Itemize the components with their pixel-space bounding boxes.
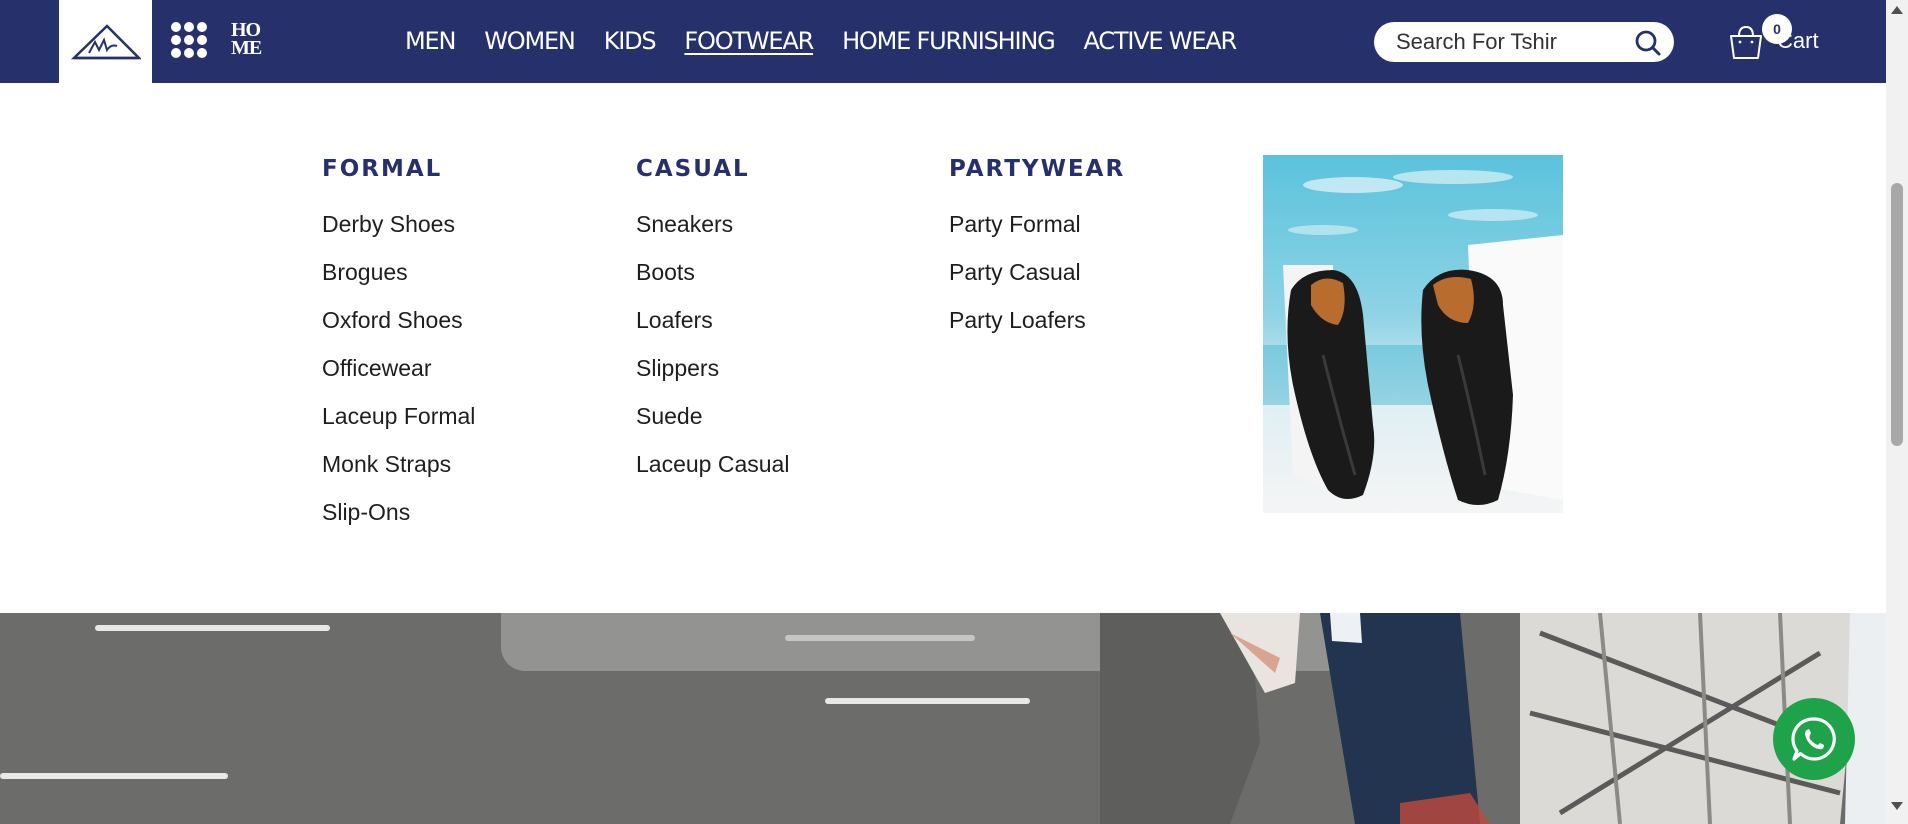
grid-menu-icon[interactable]: [171, 22, 207, 58]
nav-home-furnishing[interactable]: HOME FURNISHING: [842, 24, 1056, 58]
whatsapp-icon: [1791, 717, 1836, 761]
footwear-mega-menu: FORMAL Derby Shoes Brogues Oxford Shoes …: [0, 83, 1886, 613]
brand-logo[interactable]: [59, 0, 152, 83]
hero-banner: [0, 613, 1886, 824]
menu-column-partywear: PARTYWEAR Party Formal Party Casual Part…: [949, 155, 1125, 353]
road-marking: [785, 635, 975, 641]
menu-item-party-formal[interactable]: Party Formal: [949, 209, 1125, 257]
menu-item-laceup-casual[interactable]: Laceup Casual: [636, 449, 789, 497]
vertical-scrollbar[interactable]: [1886, 0, 1908, 824]
nav-women[interactable]: WOMEN: [484, 24, 576, 58]
nav-men[interactable]: MEN: [405, 24, 456, 58]
menu-column-casual: CASUAL Sneakers Boots Loafers Slippers S…: [636, 155, 789, 497]
menu-item-laceup-formal[interactable]: Laceup Formal: [322, 401, 475, 449]
scroll-down-arrow-icon[interactable]: [1891, 802, 1903, 810]
menu-item-boots[interactable]: Boots: [636, 257, 789, 305]
menu-item-suede[interactable]: Suede: [636, 401, 789, 449]
people-walking-image: [1100, 613, 1886, 824]
home-logo-line2: ME: [231, 37, 262, 59]
road-marking: [825, 698, 1030, 704]
menu-item-oxford-shoes[interactable]: Oxford Shoes: [322, 305, 475, 353]
menu-item-loafers[interactable]: Loafers: [636, 305, 789, 353]
whatsapp-button[interactable]: [1773, 698, 1855, 780]
menu-item-party-casual[interactable]: Party Casual: [949, 257, 1125, 305]
menu-item-slippers[interactable]: Slippers: [636, 353, 789, 401]
menu-item-brogues[interactable]: Brogues: [322, 257, 475, 305]
nav-footwear[interactable]: FOOTWEAR: [684, 24, 814, 58]
road-marking: [0, 773, 228, 779]
menu-column-formal: FORMAL Derby Shoes Brogues Oxford Shoes …: [322, 155, 475, 545]
menu-item-officewear[interactable]: Officewear: [322, 353, 475, 401]
brand-logo-icon: [70, 23, 141, 59]
search-input[interactable]: [1396, 29, 1621, 55]
search-icon[interactable]: [1634, 29, 1662, 57]
main-nav: MEN WOMEN KIDS FOOTWEAR HOME FURNISHING …: [405, 24, 1265, 58]
shopping-bag-icon: [1730, 25, 1762, 59]
page: HO ME MEN WOMEN KIDS FOOTWEAR HOME FURNI…: [0, 0, 1886, 824]
search-box: [1374, 22, 1674, 62]
menu-item-slip-ons[interactable]: Slip-Ons: [322, 497, 475, 545]
menu-column-title[interactable]: PARTYWEAR: [949, 155, 1125, 183]
menu-column-title[interactable]: CASUAL: [636, 155, 789, 183]
menu-item-derby-shoes[interactable]: Derby Shoes: [322, 209, 475, 257]
cart-label: Cart: [1777, 28, 1819, 53]
menu-item-sneakers[interactable]: Sneakers: [636, 209, 789, 257]
menu-item-monk-straps[interactable]: Monk Straps: [322, 449, 475, 497]
road-marking: [95, 625, 330, 631]
home-logo[interactable]: HO ME: [231, 20, 271, 59]
nav-active-wear[interactable]: ACTIVE WEAR: [1084, 24, 1238, 58]
black-loafers-image: [1263, 170, 1563, 505]
nav-kids[interactable]: KIDS: [604, 24, 657, 58]
site-header: HO ME MEN WOMEN KIDS FOOTWEAR HOME FURNI…: [0, 0, 1886, 83]
scroll-up-arrow-icon[interactable]: [1891, 6, 1903, 14]
scrollbar-thumb[interactable]: [1891, 183, 1903, 446]
menu-column-title[interactable]: FORMAL: [322, 155, 475, 183]
cart-button[interactable]: 0 Cart: [1727, 14, 1827, 64]
menu-item-party-loafers[interactable]: Party Loafers: [949, 305, 1125, 353]
promo-image[interactable]: [1263, 155, 1563, 513]
